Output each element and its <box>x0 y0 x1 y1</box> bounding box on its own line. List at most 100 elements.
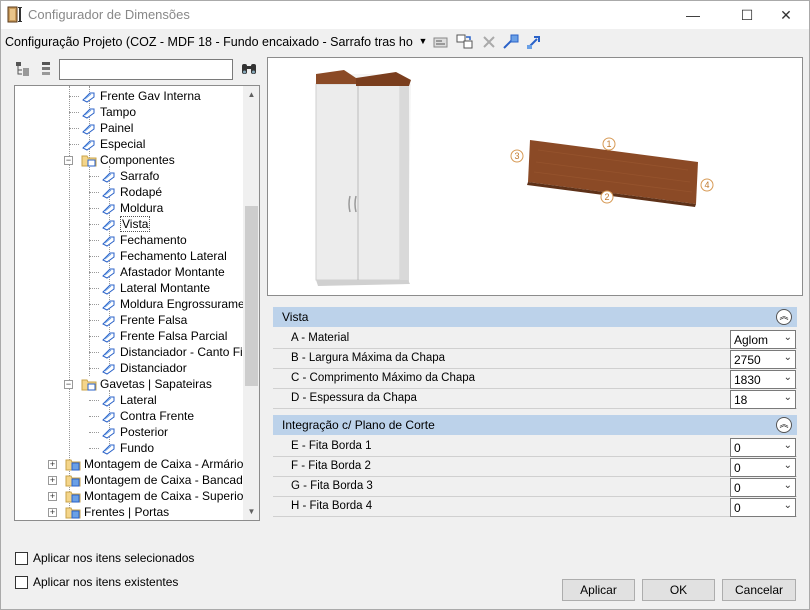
chevron-down-icon[interactable]: ▼ <box>417 34 429 48</box>
tree-item-label: Montagem de Caixa - Superiores <box>84 489 260 503</box>
tree-branch-line <box>89 320 99 321</box>
configure-icon[interactable] <box>433 34 451 50</box>
group-header-vista[interactable]: Vista ︽ <box>273 307 797 327</box>
cancel-button[interactable]: Cancelar <box>722 579 796 601</box>
tree-item[interactable]: Frente Falsa <box>15 312 243 328</box>
collapse-chevron-icon[interactable]: ︽ <box>776 417 792 433</box>
config-select[interactable]: Configuração Projeto (COZ - MDF 18 - Fun… <box>5 35 413 49</box>
apply-button[interactable]: Aplicar <box>562 579 635 601</box>
tree-branch-line <box>89 368 99 369</box>
prop-row-espessura: D - Espessura da Chapa 18 ⌄ <box>273 389 797 409</box>
chevron-down-icon: ⌄ <box>783 392 792 403</box>
tree-item[interactable]: + Montagem de Caixa - Superiores <box>15 488 259 504</box>
expand-icon[interactable]: + <box>48 460 57 469</box>
export-icon[interactable] <box>526 34 544 50</box>
fita-borda-3-select[interactable]: 0 ⌄ <box>730 478 796 497</box>
tree-item[interactable]: Rodapé <box>15 184 243 200</box>
close-button[interactable]: ✕ <box>763 1 809 29</box>
tree-branch-line <box>69 96 79 97</box>
part-icon <box>101 313 117 327</box>
comprimento-select[interactable]: 1830 ⌄ <box>730 370 796 389</box>
tree-item[interactable]: Lateral Montante <box>15 280 243 296</box>
component-tree[interactable]: Frente Gav Interna Tampo Painel Especial − Co… <box>14 85 260 521</box>
tree-item[interactable]: Posterior <box>15 424 243 440</box>
fita-borda-2-select[interactable]: 0 ⌄ <box>730 458 796 477</box>
import-icon[interactable] <box>502 34 520 50</box>
espessura-select[interactable]: 18 ⌄ <box>730 390 796 409</box>
tree-item[interactable]: − Gavetas | Sapateiras <box>15 376 243 392</box>
part-icon <box>101 441 117 455</box>
group-header-integracao[interactable]: Integração c/ Plano de Corte ︽ <box>273 415 797 435</box>
tree-item-label: Frente Falsa Parcial <box>120 329 228 343</box>
chevron-down-icon: ⌄ <box>783 372 792 383</box>
tree-item[interactable]: Fundo <box>15 440 243 456</box>
prop-label: G - Fita Borda 3 <box>291 480 373 492</box>
tree-item[interactable]: + Frentes | Portas <box>15 504 243 520</box>
tree-item[interactable]: Contra Frente <box>15 408 243 424</box>
tree-branch-line <box>89 224 99 225</box>
copy-icon[interactable] <box>456 34 474 50</box>
collapse-icon[interactable]: − <box>64 380 73 389</box>
expand-icon[interactable]: + <box>48 508 57 517</box>
collapse-icon[interactable]: − <box>64 156 73 165</box>
tree-item[interactable]: Moldura Engrossuramento <box>15 296 259 312</box>
scroll-up-icon[interactable]: ▲ <box>243 86 259 103</box>
marker-3: 3 <box>514 151 519 161</box>
apply-existing-checkbox[interactable] <box>15 576 28 589</box>
tree-vertical-scrollbar[interactable]: ▲ ▼ <box>243 86 259 520</box>
scroll-down-icon[interactable]: ▼ <box>243 503 259 520</box>
expand-tree-icon[interactable] <box>15 61 31 77</box>
minimize-button[interactable]: — <box>670 1 716 29</box>
part-icon <box>101 201 117 215</box>
tree-item[interactable]: − Componentes <box>15 152 243 168</box>
expand-icon[interactable]: + <box>48 492 57 501</box>
tree-branch-line <box>89 336 99 337</box>
delete-icon[interactable] <box>480 34 498 50</box>
tree-branch-line <box>89 416 99 417</box>
prop-label: D - Espessura da Chapa <box>291 392 417 404</box>
part-icon <box>101 249 117 263</box>
tree-item[interactable]: Moldura <box>15 200 243 216</box>
material-select[interactable]: Aglom ⌄ <box>730 330 796 349</box>
collapse-chevron-icon[interactable]: ︽ <box>776 309 792 325</box>
tree-item[interactable]: Frente Falsa Parcial <box>15 328 243 344</box>
tree-item[interactable]: Afastador Montante <box>15 264 243 280</box>
tree-item-label: Especial <box>100 137 146 151</box>
tree-item[interactable]: + Montagem de Caixa - Bancadas <box>15 472 255 488</box>
group-title: Vista <box>282 310 309 324</box>
apply-selected-checkbox[interactable] <box>15 552 28 565</box>
tree-item[interactable]: Fechamento <box>15 232 243 248</box>
scroll-left-icon[interactable]: ◀ <box>15 520 32 521</box>
app-icon <box>7 6 22 23</box>
binoculars-icon[interactable] <box>241 61 257 77</box>
largura-select[interactable]: 2750 ⌄ <box>730 350 796 369</box>
part-icon <box>81 89 97 103</box>
fita-borda-1-select[interactable]: 0 ⌄ <box>730 438 796 457</box>
select-value: 0 <box>734 441 741 455</box>
tree-horizontal-scrollbar[interactable]: ◀ ▶ <box>15 520 243 521</box>
tree-item-label: Distanciador - Canto Fixo <box>120 345 256 359</box>
tree-item[interactable]: Especial <box>15 136 243 152</box>
fita-borda-4-select[interactable]: 0 ⌄ <box>730 498 796 517</box>
tree-item[interactable]: Fechamento Lateral <box>15 248 243 264</box>
tree-item[interactable]: Lateral <box>15 392 243 408</box>
tree-item[interactable]: Tampo <box>15 104 243 120</box>
tree-item-label: Sarrafo <box>120 169 160 183</box>
tree-search-input[interactable] <box>59 59 233 80</box>
tree-item[interactable]: Sarrafo <box>15 168 243 184</box>
tree-item[interactable]: Distanciador - Canto Fixo <box>15 344 255 360</box>
scroll-right-icon[interactable]: ▶ <box>226 520 243 521</box>
tree-item-label: Montagem de Caixa - Armários <box>84 457 250 471</box>
tree-item[interactable]: Frente Gav Interna <box>15 88 243 104</box>
tree-item-label: Posterior <box>120 425 169 439</box>
collapse-tree-icon[interactable] <box>38 61 54 77</box>
scroll-thumb[interactable] <box>245 206 258 386</box>
prop-row-fita-1: E - Fita Borda 1 0 ⌄ <box>273 437 797 457</box>
tree-item[interactable]: Vista <box>15 216 243 232</box>
tree-branch-line <box>89 400 99 401</box>
tree-item[interactable]: + Montagem de Caixa - Armários <box>15 456 249 472</box>
tree-item[interactable]: Painel <box>15 120 243 136</box>
tree-item[interactable]: Distanciador <box>15 360 243 376</box>
ok-button[interactable]: OK <box>642 579 715 601</box>
expand-icon[interactable]: + <box>48 476 57 485</box>
